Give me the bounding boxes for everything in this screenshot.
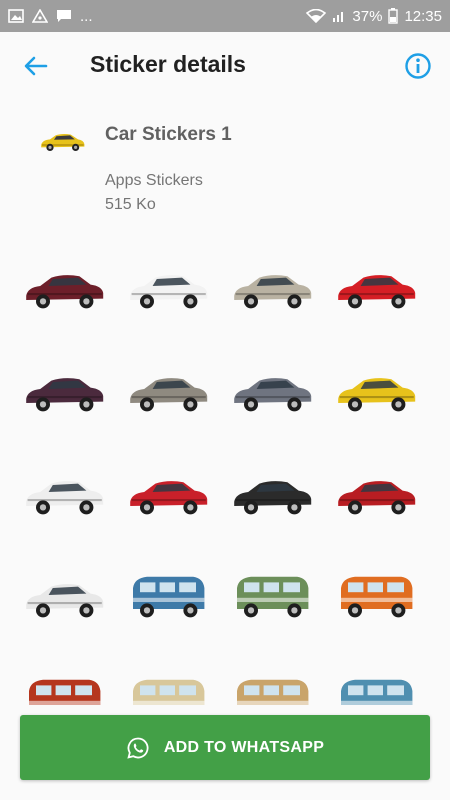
toolbar: Sticker details <box>0 32 450 100</box>
car-sticker-image <box>26 275 104 309</box>
gallery-icon <box>8 9 24 23</box>
pack-name: Car Stickers 1 <box>105 124 232 145</box>
sticker-suv-maroon[interactable] <box>18 240 110 332</box>
car-sticker-image <box>237 576 309 618</box>
car-sticker-image <box>338 275 416 309</box>
status-system: 37% 12:35 <box>306 8 442 25</box>
car-sticker-image <box>237 679 309 705</box>
car-sticker-image <box>130 378 208 412</box>
alert-triangle-icon <box>32 9 48 23</box>
sticker-muscle-red[interactable] <box>330 446 422 538</box>
screen: ... 37% 12:35 Sticker details Car Sticke… <box>0 0 450 800</box>
sticker-van-painted[interactable] <box>226 549 318 641</box>
sticker-sedan-purple[interactable] <box>18 343 110 435</box>
sticker-grid <box>18 240 432 705</box>
info-button[interactable] <box>404 52 432 80</box>
car-sticker-image <box>26 481 104 515</box>
clock: 12:35 <box>404 7 442 25</box>
sticker-suv-white[interactable] <box>18 446 110 538</box>
sticker-sedan-white[interactable] <box>122 240 214 332</box>
car-sticker-image <box>338 481 416 515</box>
sticker-van-cream[interactable] <box>122 652 214 705</box>
car-sticker-image <box>133 679 205 705</box>
car-sticker-image <box>130 481 208 515</box>
pack-publisher: Apps Stickers <box>105 172 203 189</box>
status-bar: ... 37% 12:35 <box>0 0 450 32</box>
sticker-sports-red[interactable] <box>122 446 214 538</box>
car-sticker-image <box>341 576 413 618</box>
car-sticker-image <box>234 481 312 515</box>
back-button[interactable] <box>22 52 50 80</box>
sticker-supercar-grey[interactable] <box>226 343 318 435</box>
sticker-hypercar-black[interactable] <box>226 446 318 538</box>
arrow-left-icon <box>24 56 48 76</box>
sticker-coupe-red[interactable] <box>330 240 422 332</box>
signal-icon <box>333 12 344 22</box>
sticker-jeep-white[interactable] <box>18 549 110 641</box>
battery-percent: 37% <box>352 7 383 25</box>
notifications-more: ... <box>80 7 93 25</box>
add-button-label: ADD TO WHATSAPP <box>163 738 325 756</box>
car-sticker-image <box>338 378 416 412</box>
wifi-icon <box>306 9 327 23</box>
info-icon <box>405 53 431 79</box>
message-icon <box>57 10 71 22</box>
sticker-van-teal[interactable] <box>330 652 422 705</box>
page-title: Sticker details <box>90 51 246 77</box>
car-sticker-image <box>341 679 413 705</box>
car-sticker-image <box>29 679 101 705</box>
car-sticker-image <box>26 584 104 618</box>
whatsapp-icon <box>127 737 149 759</box>
sticker-van-blue[interactable] <box>122 549 214 641</box>
sticker-classic-silver[interactable] <box>226 240 318 332</box>
pack-size: 515 Ko <box>105 196 156 213</box>
car-sticker-image <box>234 275 312 309</box>
sticker-van-orange[interactable] <box>330 549 422 641</box>
car-sticker-image <box>234 378 312 412</box>
add-to-whatsapp-button[interactable]: ADD TO WHATSAPP <box>20 715 430 780</box>
battery-icon <box>388 8 399 24</box>
sticker-vintage-silver[interactable] <box>122 343 214 435</box>
pack-header: Car Stickers 1 Apps Stickers 515 Ko <box>0 108 450 228</box>
pack-tray-icon <box>38 126 86 156</box>
sticker-muscle-yellow[interactable] <box>330 343 422 435</box>
car-sticker-image <box>133 576 205 618</box>
status-notifications: ... <box>8 8 93 25</box>
sticker-van-beige[interactable] <box>226 652 318 705</box>
sticker-van-red[interactable] <box>18 652 110 705</box>
car-sticker-image <box>130 275 208 309</box>
car-sticker-image <box>26 378 104 412</box>
